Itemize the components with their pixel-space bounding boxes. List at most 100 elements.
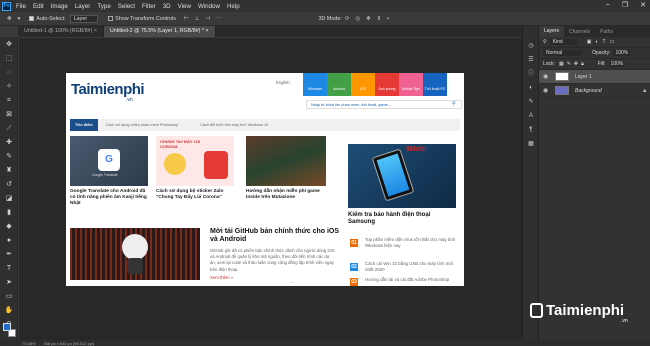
rectangle-tool-icon[interactable]: ▭	[4, 292, 14, 301]
menu-type[interactable]: Type	[97, 3, 110, 10]
sticker-image	[164, 153, 186, 175]
fill-label: Fill:	[597, 61, 606, 67]
menu-window[interactable]: Window	[198, 3, 220, 10]
news-number: 01	[350, 239, 358, 247]
tab-layers[interactable]: Layers	[539, 26, 565, 37]
paragraph-panel-icon[interactable]: ¶	[527, 126, 535, 134]
lock-all-icon[interactable]: 🔒︎	[581, 61, 584, 67]
swatches-panel-icon[interactable]: ▦	[527, 140, 535, 148]
magic-wand-tool-icon[interactable]: ✧	[4, 82, 14, 91]
card-caption: Google Translate cho Android đã có tính …	[70, 189, 147, 206]
site-search-box: Nhập từ khóa tìm phần mềm, thủ thuật, ga…	[306, 100, 462, 109]
restore-button[interactable]: ❐	[622, 1, 628, 9]
filter-type-icon[interactable]: T	[602, 39, 605, 45]
document-size: 548 px x 644 px (96.012 ppi)	[43, 340, 95, 346]
eraser-tool-icon[interactable]: ◪	[4, 194, 14, 203]
menu-layer[interactable]: Layer	[75, 3, 90, 10]
brush-tool-icon[interactable]: ✎	[4, 152, 14, 161]
lasso-tool-icon[interactable]: ◌	[4, 68, 14, 77]
category-bar: Windows Android iOS Ảnh phong Mobile Tip…	[303, 73, 447, 96]
brushes-panel-icon[interactable]: ✎	[527, 98, 535, 106]
tab-channels[interactable]: Channels	[564, 29, 595, 35]
menu-3d[interactable]: 3D	[163, 3, 171, 10]
hand-tool-icon[interactable]: ✋	[4, 306, 14, 315]
zoom-level[interactable]: 75.48%	[22, 341, 36, 346]
close-button[interactable]: ✕	[640, 1, 646, 9]
phone-image	[371, 148, 415, 202]
adjustments-panel-icon[interactable]: ◐	[527, 84, 535, 92]
dodge-tool-icon[interactable]: ●	[4, 236, 14, 245]
sidebar-image-phone: 9Mobi	[348, 144, 456, 208]
filter-shape-icon[interactable]: ▭	[610, 39, 615, 45]
pen-tool-icon[interactable]: ✒	[4, 250, 14, 259]
minimize-button[interactable]: –	[606, 1, 610, 9]
character-panel-icon[interactable]: A	[527, 112, 535, 120]
3d-rotate-icon[interactable]: ⟳	[345, 16, 350, 22]
layer-row-layer1[interactable]: ◉ Layer 1	[539, 70, 650, 84]
show-transform-label: Show Transform Controls	[115, 15, 176, 22]
tab-untitled-2[interactable]: Untitled-2 @ 75.5% (Layer 1, RGB/8#) * ×	[103, 26, 216, 37]
tool-preset-icon[interactable]: ▾	[18, 16, 21, 22]
layer-thumbnail	[555, 86, 569, 95]
filter-pixel-icon[interactable]: ▣	[587, 39, 592, 45]
fill-value[interactable]: 100%	[608, 61, 626, 67]
auto-select-dropdown[interactable]: Layer	[69, 14, 99, 23]
eyedropper-tool-icon[interactable]: ⟋	[4, 124, 14, 133]
3d-slide-icon[interactable]: ⇕	[377, 16, 382, 22]
menu-image[interactable]: Image	[51, 3, 68, 10]
history-brush-icon[interactable]: ↺	[4, 180, 14, 189]
path-selection-icon[interactable]: ➤	[4, 278, 14, 287]
show-transform-checkbox[interactable]	[108, 16, 114, 21]
news-item: Hướng dẫn tải và cài đặt Adobe Photoshop	[365, 277, 450, 282]
opacity-value[interactable]: 100%	[613, 50, 631, 56]
menu-file[interactable]: File	[16, 3, 26, 10]
layer-row-background[interactable]: ◉ Background 🔒︎	[539, 84, 650, 98]
category-photo: Ảnh phong	[375, 73, 399, 96]
distribute-icon[interactable]: ⋯	[216, 16, 221, 22]
menu-edit[interactable]: Edit	[33, 3, 44, 10]
card-image-zalo: CHUNG TAY ĐẨY LÙI CORONA	[156, 136, 234, 186]
info-panel-icon[interactable]: ⓘ	[527, 70, 535, 78]
blur-tool-icon[interactable]: ◆	[4, 222, 14, 231]
menu-help[interactable]: Help	[227, 3, 240, 10]
align-center-icon[interactable]: ⊥	[195, 16, 200, 22]
eye-icon[interactable]: ◉	[543, 73, 551, 80]
stamp-tool-icon[interactable]: ♜	[4, 166, 14, 175]
move-tool-icon[interactable]: ✥	[7, 16, 12, 22]
type-tool-icon[interactable]: T	[4, 264, 14, 273]
blend-mode-dropdown[interactable]: Normal	[543, 50, 583, 56]
gradient-tool-icon[interactable]: ▮	[4, 208, 14, 217]
lock-position-icon[interactable]: ✥	[574, 61, 578, 67]
menu-select[interactable]: Select	[118, 3, 135, 10]
3d-drag-icon[interactable]: ✥	[366, 16, 371, 22]
history-panel-icon[interactable]: ◷	[527, 42, 535, 50]
filter-adjust-icon[interactable]: ◐	[595, 39, 598, 45]
tab-untitled-1[interactable]: Untitled-1 @ 100% (RGB/8#) ×	[18, 26, 104, 37]
align-left-icon[interactable]: ⊢	[184, 16, 189, 22]
align-right-icon[interactable]: ⊣	[205, 16, 210, 22]
lock-pixels-icon[interactable]: ▦	[559, 61, 564, 67]
translate-tile-label: Google Translate	[92, 173, 118, 177]
menu-view[interactable]: View	[178, 3, 191, 10]
auto-select-checkbox[interactable]	[29, 16, 35, 21]
move-tool-icon[interactable]: ✥	[4, 40, 14, 49]
tab-paths[interactable]: Paths	[595, 29, 618, 35]
eye-icon[interactable]: ◉	[543, 87, 551, 94]
document-canvas[interactable]: Taimienphi .vn English Windows Android i…	[66, 73, 464, 286]
foreground-color-swatch[interactable]	[3, 323, 11, 331]
properties-panel-icon[interactable]: ☰	[527, 56, 535, 64]
kind-dropdown[interactable]: Kind	[549, 39, 577, 45]
healing-brush-icon[interactable]: ✚	[4, 138, 14, 147]
status-bar: 75.48% 548 px x 644 px (96.012 ppi)	[0, 340, 650, 346]
menu-bar: Ps File Edit Image Layer Type Select Fil…	[0, 0, 650, 12]
frame-tool-icon[interactable]: ⊠	[4, 110, 14, 119]
crop-tool-icon[interactable]: ⌗	[4, 96, 14, 105]
feature-image-github	[70, 228, 200, 280]
3d-scale-icon[interactable]: ▪	[387, 16, 389, 22]
lock-paint-icon[interactable]: ✎	[567, 61, 571, 67]
menu-filter[interactable]: Filter	[142, 3, 156, 10]
3d-roll-icon[interactable]: ◎	[355, 16, 360, 22]
options-bar: ✥ ▾ Auto-Select: Layer Show Transform Co…	[0, 12, 650, 26]
marquee-tool-icon[interactable]: ⬚	[4, 54, 14, 63]
layers-panel: Layers Channels Paths ⚲ Kind ▣ ◐ T ▭ Nor…	[538, 26, 650, 340]
